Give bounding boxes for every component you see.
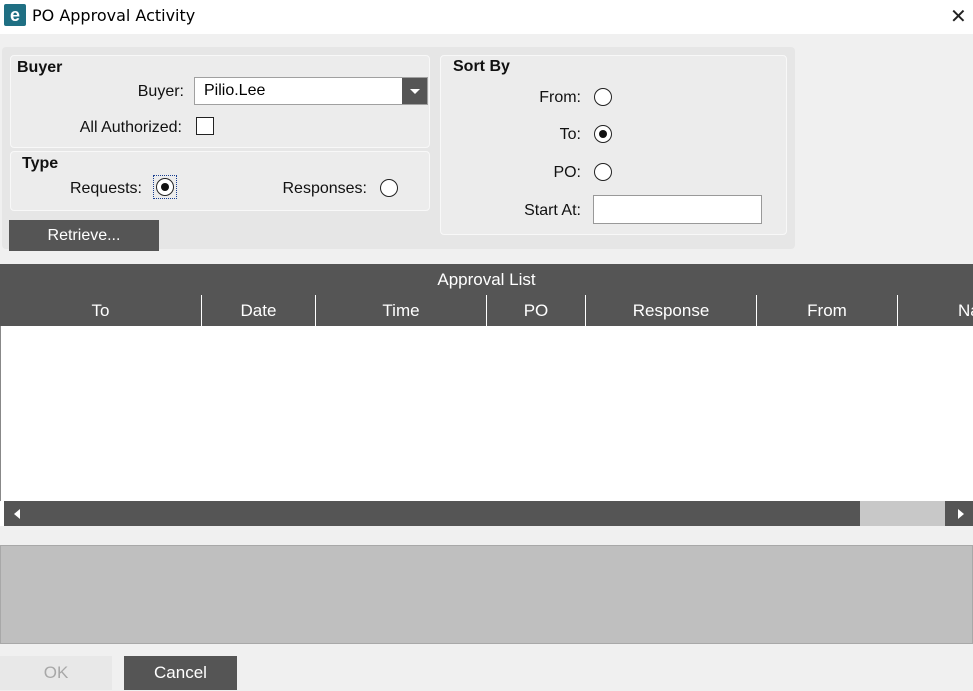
column-header-time[interactable]: Time — [315, 295, 486, 326]
cancel-button[interactable]: Cancel — [124, 656, 237, 690]
column-header-from[interactable]: From — [756, 295, 897, 326]
approval-list-header: To Date Time PO Response From Na — [0, 295, 973, 326]
horizontal-scrollbar[interactable] — [0, 501, 973, 526]
radio-selected-dot — [160, 182, 169, 191]
arrow-right-icon — [958, 509, 964, 519]
column-header-response[interactable]: Response — [585, 295, 756, 326]
radio-selected-dot — [598, 129, 607, 138]
buyer-dropdown[interactable]: Pilio.Lee — [194, 77, 428, 105]
scrollbar-left-edge — [0, 501, 4, 526]
arrow-left-icon — [14, 509, 20, 519]
close-icon[interactable]: ✕ — [950, 4, 967, 28]
sort-from-radio[interactable] — [594, 88, 612, 106]
buyer-label: Buyer: — [137, 83, 184, 100]
retrieve-button[interactable]: Retrieve... — [9, 220, 159, 251]
sort-po-label: PO: — [553, 164, 581, 181]
title-bar: e PO Approval Activity ✕ — [0, 0, 973, 34]
column-header-po[interactable]: PO — [486, 295, 585, 326]
start-at-label: Start At: — [524, 202, 581, 219]
scroll-left-button[interactable] — [6, 501, 26, 526]
detail-panel — [0, 545, 973, 644]
chevron-down-icon — [410, 89, 420, 94]
scroll-right-button[interactable] — [948, 501, 973, 526]
sort-to-radio[interactable] — [594, 125, 612, 143]
requests-label: Requests: — [69, 180, 142, 197]
column-header-date[interactable]: Date — [201, 295, 315, 326]
responses-label: Responses: — [282, 180, 368, 197]
type-group-title: Type — [22, 155, 59, 172]
buyer-group-title: Buyer — [17, 59, 63, 76]
approval-list-body[interactable] — [0, 326, 973, 501]
start-at-input[interactable] — [593, 195, 762, 224]
all-authorized-checkbox[interactable] — [196, 117, 214, 135]
ok-button[interactable]: OK — [0, 656, 112, 690]
app-logo-icon: e — [4, 4, 26, 26]
sort-by-title: Sort By — [453, 58, 510, 75]
window-title: PO Approval Activity — [32, 6, 196, 25]
responses-radio[interactable] — [380, 179, 398, 197]
sort-po-radio[interactable] — [594, 163, 612, 181]
approval-list-title: Approval List — [0, 264, 973, 295]
buyer-dropdown-button[interactable] — [402, 78, 427, 104]
column-header-name[interactable]: Na — [897, 295, 973, 326]
buyer-dropdown-value: Pilio.Lee — [204, 82, 266, 99]
sort-from-label: From: — [539, 89, 581, 106]
column-header-to[interactable]: To — [0, 295, 201, 326]
all-authorized-label: All Authorized: — [79, 119, 182, 136]
requests-radio[interactable] — [156, 178, 174, 196]
scrollbar-thumb[interactable] — [860, 501, 945, 526]
dialog-window: e PO Approval Activity ✕ Buyer Buyer: Pi… — [0, 0, 973, 691]
sort-to-label: To: — [559, 126, 581, 143]
